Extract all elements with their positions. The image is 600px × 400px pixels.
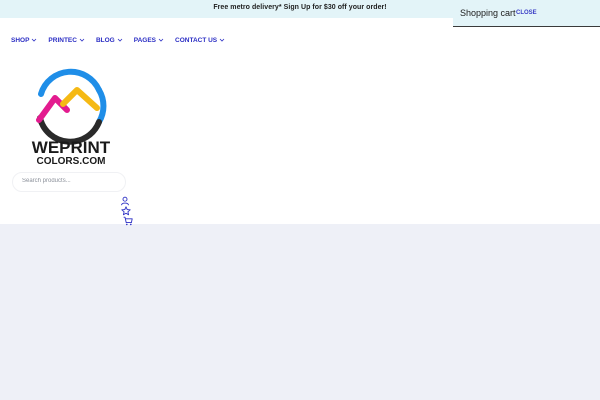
star-icon[interactable] [121, 203, 131, 216]
nav-item-contact-us[interactable]: CONTACT US [175, 37, 225, 44]
shopping-cart-title: Shopping cart [460, 8, 516, 18]
chevron-down-icon [79, 38, 85, 42]
site-logo[interactable]: WEPRINT COLORS.COM [15, 60, 127, 167]
main-navigation: SHOP PRINTEC BLOG PAGES CONTACT US [11, 34, 236, 46]
nav-item-label: PRINTEC [48, 36, 77, 44]
nav-item-label: SHOP [11, 36, 30, 44]
search-input[interactable] [22, 178, 120, 184]
nav-item-pages[interactable]: PAGES [134, 37, 164, 44]
cart-close-button[interactable]: CLOSE [516, 10, 537, 16]
chevron-down-icon [219, 38, 225, 42]
logo-wordmark: WEPRINT [32, 138, 111, 157]
chevron-down-icon [117, 38, 123, 42]
nav-item-label: PAGES [133, 36, 157, 44]
logo-mark: WEPRINT COLORS.COM [32, 68, 111, 167]
user-icon[interactable] [120, 193, 130, 206]
nav-item-printec[interactable]: PRINTEC [48, 37, 85, 44]
search-box [12, 172, 126, 192]
chevron-down-icon [158, 38, 164, 42]
nav-item-shop[interactable]: SHOP [11, 37, 37, 44]
logo-subtext: COLORS.COM [37, 156, 106, 166]
nav-item-label: BLOG [95, 36, 115, 44]
shopping-cart-panel: Shopping cart CLOSE [453, 0, 600, 27]
cart-icon[interactable] [123, 213, 133, 226]
nav-item-blog[interactable]: BLOG [96, 37, 123, 44]
nav-item-label: CONTACT US [175, 36, 218, 44]
chevron-down-icon [32, 38, 37, 42]
